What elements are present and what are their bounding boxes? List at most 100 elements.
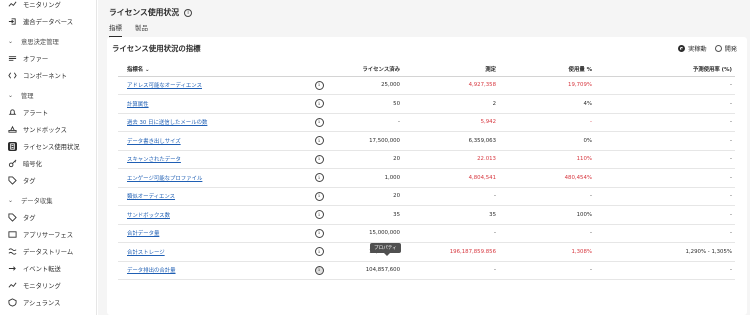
chevron-down-icon: ⌄: [8, 92, 14, 99]
licensed-cell: -: [331, 113, 403, 132]
licensed-cell: 35: [331, 205, 403, 225]
table-row: データ書き出しサイズ i 17,500,000 6,359,063 0% -: [118, 131, 735, 151]
sidebar-item-label: イベント転送: [23, 265, 61, 273]
predicted-cell: -: [595, 168, 735, 188]
sidebar-section-header[interactable]: ⌄ データ収集: [8, 196, 52, 205]
sidebar-item-offer[interactable]: オファー: [8, 51, 48, 65]
card-title: ライセンス使用状況の指標: [112, 44, 201, 53]
radio-development[interactable]: 開発: [714, 44, 737, 53]
sidebar-section-header[interactable]: ⌄ 意思決定管理: [8, 37, 59, 46]
metric-name-link[interactable]: データ書き出しサイズ: [127, 139, 181, 145]
sidebar-item-tag[interactable]: タグ: [8, 173, 36, 187]
measured-cell: -: [403, 187, 499, 206]
info-icon[interactable]: i: [314, 228, 324, 238]
column-header-name[interactable]: 指標名 ⌄: [118, 63, 307, 77]
sidebar-item-assurance[interactable]: アシュランス: [8, 295, 60, 309]
metric-name-link[interactable]: エンゲージ可能なプロファイル: [127, 176, 202, 182]
licensed-cell: 15,000,000: [331, 224, 403, 243]
metric-name-link[interactable]: 合計データ量: [127, 231, 159, 237]
sidebar-item-app-surface[interactable]: アプリサーフェス: [8, 227, 73, 241]
license-usage-icon: [8, 141, 17, 151]
metric-name-link[interactable]: サンドボックス数: [127, 213, 170, 219]
datastream-icon: [8, 247, 17, 256]
radio-production[interactable]: 実稼動: [678, 44, 707, 53]
info-icon[interactable]: i: [314, 173, 324, 183]
licensed-cell: 20: [331, 150, 403, 169]
predicted-cell: -: [595, 205, 735, 225]
column-header-usage: 使用量 %: [499, 63, 595, 77]
info-icon[interactable]: i: [314, 154, 324, 164]
metric-name-link[interactable]: スキャンされたデータ: [127, 157, 181, 163]
info-cell: i: [307, 113, 331, 132]
info-icon[interactable]: i: [314, 117, 324, 127]
info-icon[interactable]: i: [314, 210, 324, 220]
info-cell: i: [307, 205, 331, 225]
sidebar-item-tag[interactable]: タグ: [8, 210, 36, 224]
metric-name-link[interactable]: アドレス可能なオーディエンス: [127, 83, 202, 89]
metric-name-cell: 合計ストレージ: [118, 242, 307, 262]
usage-cell: -: [499, 113, 595, 132]
tab-list: 指標 製品: [109, 22, 161, 38]
table-row: 合計ストレージi15,000,000196,187,859.8561,308%1…: [118, 242, 735, 262]
sidebar-item-label: タグ: [23, 214, 36, 222]
info-cell: i: [307, 150, 331, 169]
usage-cell: -: [499, 224, 595, 243]
info-icon[interactable]: i: [314, 136, 324, 146]
licensed-cell: 1,000: [331, 168, 403, 188]
metric-name-cell: 過去 30 日に送信したメールの数: [118, 113, 307, 132]
sidebar-section-header[interactable]: ⌄ 管理: [8, 91, 34, 100]
metric-name-link[interactable]: 類似オーディエンス: [127, 194, 175, 200]
tag-icon: [8, 175, 17, 185]
licensed-cell: 17,500,000: [331, 131, 403, 151]
metric-name-cell: データ排出の合計量: [118, 261, 307, 280]
info-icon[interactable]: i: [184, 8, 193, 17]
sidebar-item-monitoring[interactable]: モニタリング: [8, 0, 61, 11]
radio-unselected-icon: [714, 45, 722, 52]
sandbox-icon: [8, 125, 17, 134]
event-forwarding-icon: [8, 264, 17, 273]
metric-name-cell: アドレス可能なオーディエンス: [118, 76, 307, 95]
sidebar-item-federated-database[interactable]: 連合データベース: [8, 14, 73, 28]
sidebar-item-sandbox[interactable]: サンドボックス: [8, 122, 67, 136]
measured-cell: 35: [403, 205, 499, 225]
app-surface-icon: [8, 230, 17, 239]
info-icon[interactable]: i: [314, 99, 324, 109]
column-header-info: [307, 63, 331, 77]
info-cell: i: [307, 94, 331, 114]
sidebar-nav: モニタリング 連合データベース ⌄ 意思決定管理 オファー コンポーネント ⌄ 管理 アラートサ…: [0, 0, 97, 315]
sidebar-item-event-forwarding[interactable]: イベント転送: [8, 261, 61, 275]
sidebar-item-alert[interactable]: アラート: [8, 105, 48, 119]
sidebar-item-datastream[interactable]: データストリーム: [8, 244, 73, 258]
sidebar-item-encryption[interactable]: 暗号化: [8, 156, 42, 170]
usage-cell: 110%: [499, 150, 595, 169]
info-icon[interactable]: i: [314, 265, 324, 275]
tab-metrics[interactable]: 指標: [109, 22, 122, 38]
chevron-down-icon: ⌄: [8, 197, 14, 204]
metric-name-link[interactable]: 過去 30 日に送信したメールの数: [127, 120, 207, 126]
info-icon[interactable]: i: [314, 247, 324, 257]
metric-name-link[interactable]: 合計ストレージ: [127, 250, 165, 256]
sidebar-item-label: コンポーネント: [23, 72, 68, 80]
predicted-cell: -: [595, 150, 735, 169]
info-icon[interactable]: i: [314, 80, 324, 90]
page-title-text: ライセンス使用状況: [109, 8, 180, 17]
components-icon: [8, 71, 17, 80]
main-content: ライセンス使用状況 i 指標 製品 ライセンス使用状況の指標 実稼動 開発 指標…: [98, 0, 750, 315]
alert-icon: [8, 108, 17, 117]
metric-name-link[interactable]: データ排出の合計量: [127, 268, 176, 274]
metric-name-link[interactable]: 計算属性: [127, 102, 149, 108]
tab-products[interactable]: 製品: [135, 22, 148, 38]
metric-name-cell: 合計データ量: [118, 224, 307, 243]
measured-cell: 4,804,541: [403, 168, 499, 188]
table-header-row: 指標名 ⌄ ライセンス済み 測定 使用量 % 予測使用率 (%): [118, 63, 735, 77]
sidebar-item-license-usage[interactable]: ライセンス使用状況: [8, 139, 80, 153]
sidebar-item-label: アプリサーフェス: [23, 231, 73, 239]
sidebar-item-label: モニタリング: [23, 282, 61, 290]
predicted-cell: 1,290% - 1,305%: [595, 242, 735, 262]
usage-cell: -: [499, 187, 595, 206]
info-icon[interactable]: i: [314, 191, 324, 201]
sidebar-section-title: データ収集: [21, 198, 53, 205]
chevron-down-icon: ⌄: [8, 38, 14, 45]
sidebar-item-components[interactable]: コンポーネント: [8, 68, 67, 82]
sidebar-item-monitoring[interactable]: モニタリング: [8, 278, 61, 292]
